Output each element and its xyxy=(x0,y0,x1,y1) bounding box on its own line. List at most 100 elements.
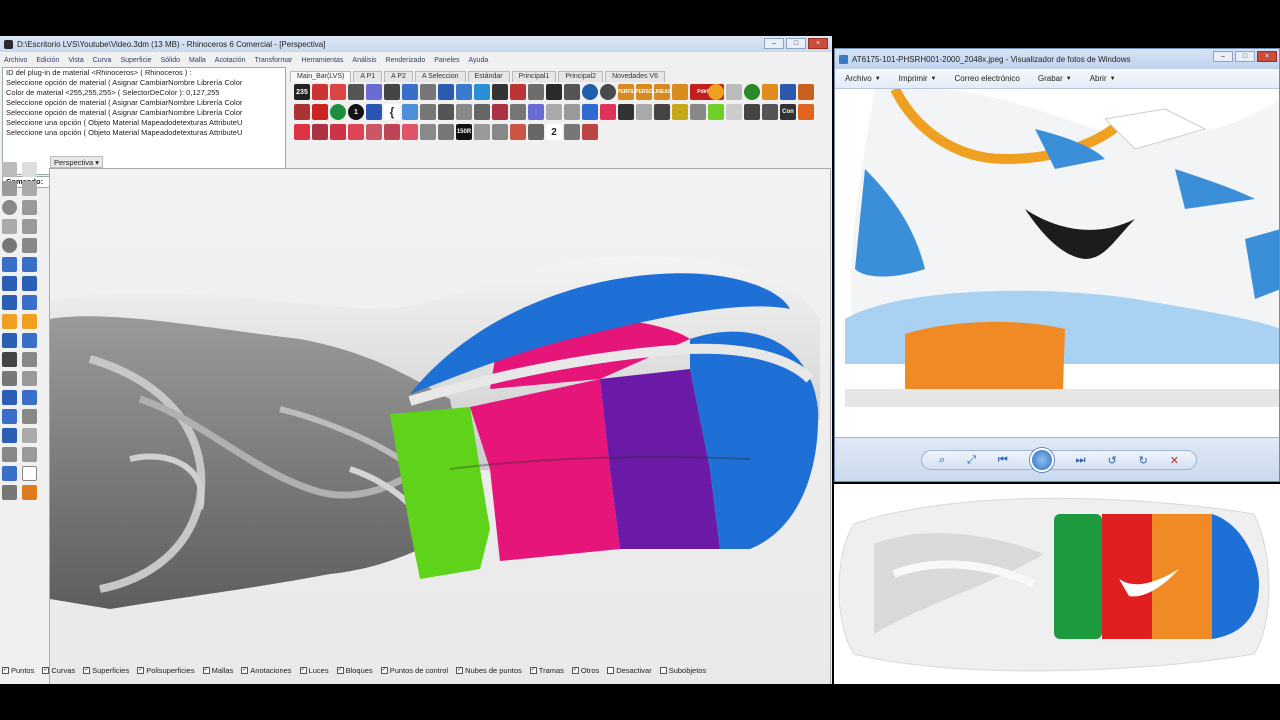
green-tool-icon[interactable] xyxy=(708,104,724,120)
fit-icon[interactable]: ⤢ xyxy=(967,454,976,467)
pen-tool-icon[interactable] xyxy=(762,84,778,100)
solid-icon[interactable] xyxy=(22,276,37,291)
checkbox[interactable]: ✓ xyxy=(42,666,50,674)
previous-icon[interactable]: ⏮ xyxy=(998,454,1008,467)
checkbox[interactable]: ✓ xyxy=(336,666,344,674)
checkbox[interactable]: ✓ xyxy=(299,666,307,674)
tab-a-seleccion[interactable]: A Seleccion xyxy=(414,71,466,82)
osnap-item[interactable]: Desactivar xyxy=(607,666,652,675)
flow-tool-icon[interactable] xyxy=(528,124,544,140)
checkbox[interactable] xyxy=(607,666,615,674)
shape-tool-icon[interactable] xyxy=(564,104,580,120)
osnap-item[interactable]: ✓ Anotaciones xyxy=(241,666,292,675)
ellipse-icon[interactable] xyxy=(2,238,17,253)
osnap-item[interactable]: Subobjetos xyxy=(659,666,706,675)
perso-button[interactable]: PERSO xyxy=(635,84,653,100)
blend-tool-icon[interactable] xyxy=(474,84,490,100)
split-icon[interactable] xyxy=(22,371,37,386)
checkbox[interactable]: ✓ xyxy=(202,666,210,674)
point-icon[interactable] xyxy=(22,162,37,177)
rail-tool-icon[interactable] xyxy=(546,84,562,100)
perfil-button[interactable]: PERFIL xyxy=(617,84,635,100)
menu-vista[interactable]: Vista xyxy=(68,57,83,64)
maximize-button[interactable]: □ xyxy=(786,38,806,49)
orange-tool-icon[interactable] xyxy=(798,104,814,120)
fillet-tool-icon[interactable] xyxy=(384,124,400,140)
checkbox[interactable]: ✓ xyxy=(380,666,388,674)
grid-snap-icon[interactable] xyxy=(690,104,706,120)
layout-icon[interactable] xyxy=(22,409,37,424)
grid-icon[interactable] xyxy=(22,428,37,443)
tab-estandar[interactable]: Estándar xyxy=(467,71,510,82)
osnap-item[interactable]: ✓ Mallas xyxy=(202,666,233,675)
sweep-tool-icon[interactable] xyxy=(528,84,544,100)
table-tool-icon[interactable] xyxy=(456,84,472,100)
viewer-menu-correo[interactable]: Correo electrónico xyxy=(954,74,1019,83)
smash-tool-icon[interactable] xyxy=(564,124,580,140)
close-button[interactable]: × xyxy=(808,38,828,49)
tab-a-p1[interactable]: A P1 xyxy=(353,71,383,82)
drops-icon[interactable] xyxy=(22,352,37,367)
surface-icon[interactable] xyxy=(2,257,17,272)
menu-acotacion[interactable]: Acotación xyxy=(215,57,246,64)
checkbox[interactable]: ✓ xyxy=(571,666,579,674)
con-button[interactable]: Con xyxy=(780,104,796,120)
hatch-icon[interactable] xyxy=(2,409,17,424)
mesh-tool-icon[interactable] xyxy=(564,84,580,100)
mirror-tool-icon[interactable] xyxy=(366,84,382,100)
viewer-close-button[interactable]: × xyxy=(1257,51,1277,62)
check-icon[interactable] xyxy=(22,466,37,481)
viewport-label[interactable]: Perspectiva ▾ xyxy=(50,156,104,168)
text-tool-icon[interactable] xyxy=(546,104,562,120)
zoom-icon[interactable]: ⌕ xyxy=(939,454,945,467)
chamfer-tool-icon[interactable] xyxy=(402,124,418,140)
cylinder-icon[interactable] xyxy=(2,295,17,310)
rotate-right-icon[interactable]: ↻ xyxy=(1139,454,1148,467)
two-tool-icon[interactable]: 2 xyxy=(546,124,562,140)
refresh-tool-icon[interactable] xyxy=(402,104,418,120)
cut-tool-icon[interactable] xyxy=(492,84,508,100)
polyline-tool-icon[interactable] xyxy=(438,104,454,120)
osnap-item[interactable]: ✓ Tramas xyxy=(529,666,564,675)
group-icon[interactable] xyxy=(2,485,17,500)
menu-renderizado[interactable]: Renderizado xyxy=(386,57,426,64)
surface-2-tool-icon[interactable] xyxy=(636,104,652,120)
offset-tool-icon[interactable] xyxy=(384,84,400,100)
pattern-tool-icon[interactable] xyxy=(528,104,544,120)
line-tool-icon[interactable] xyxy=(420,104,436,120)
osnap-item[interactable]: ✓ Polisuperficies xyxy=(137,666,195,675)
check-circle-icon[interactable] xyxy=(330,104,346,120)
menu-archivo[interactable]: Archivo xyxy=(4,57,27,64)
extrude-tool-icon[interactable] xyxy=(312,124,328,140)
drag-icon[interactable] xyxy=(2,333,17,348)
layout-tool-icon[interactable] xyxy=(438,84,454,100)
array-icon[interactable] xyxy=(2,447,17,462)
checkbox[interactable]: ✓ xyxy=(137,666,145,674)
menu-ayuda[interactable]: Ayuda xyxy=(469,57,489,64)
match-tool-icon[interactable] xyxy=(510,84,526,100)
trim-icon[interactable] xyxy=(2,371,17,386)
move-tool-icon[interactable] xyxy=(654,104,670,120)
tab-main-bar[interactable]: Main_Bar(LVS) xyxy=(290,71,352,82)
loft-tool-icon[interactable] xyxy=(330,124,346,140)
shell-tool-icon[interactable] xyxy=(420,124,436,140)
menu-malla[interactable]: Malla xyxy=(189,57,206,64)
edit-tool-icon[interactable] xyxy=(780,84,796,100)
ruler-tool-icon[interactable] xyxy=(294,104,310,120)
ruler-yellow-icon[interactable] xyxy=(672,104,688,120)
menu-transformar[interactable]: Transformar xyxy=(255,57,293,64)
dimension-icon[interactable] xyxy=(22,390,37,405)
red-x-icon[interactable] xyxy=(312,104,328,120)
render-icon[interactable] xyxy=(22,485,37,500)
radius-150-button[interactable]: 150R xyxy=(456,124,472,140)
viewer-maximize-button[interactable]: □ xyxy=(1235,51,1255,62)
checkbox[interactable]: ✓ xyxy=(83,666,91,674)
analyze-icon[interactable] xyxy=(2,466,17,481)
delete-icon[interactable]: ✕ xyxy=(1170,454,1179,467)
viewer-menu-abrir[interactable]: Abrir ▼ xyxy=(1090,74,1116,83)
menu-paneles[interactable]: Paneles xyxy=(434,57,459,64)
osnap-item[interactable]: ✓ Otros xyxy=(571,666,599,675)
rotate-left-icon[interactable]: ↺ xyxy=(1107,454,1116,467)
osnap-item[interactable]: ✓ Curvas xyxy=(42,666,75,675)
s-circle-icon[interactable] xyxy=(582,84,598,100)
